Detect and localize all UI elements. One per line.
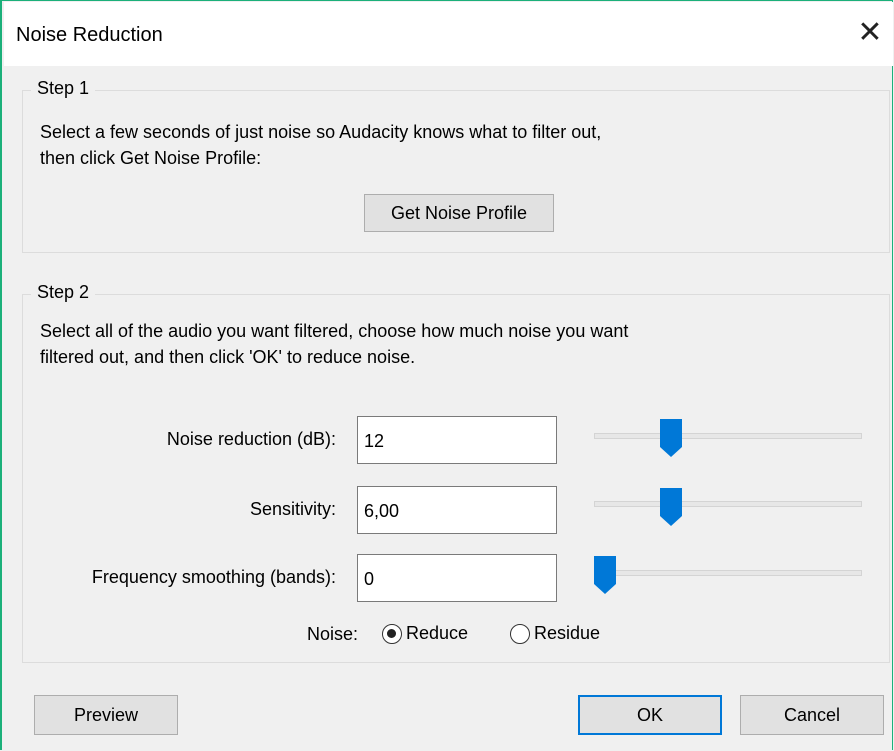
residue-radio[interactable] bbox=[510, 623, 530, 644]
step1-description-line2: then click Get Noise Profile: bbox=[40, 148, 262, 168]
frequency-smoothing-label: Frequency smoothing (bands): bbox=[91, 567, 336, 587]
sensitivity-slider-thumb[interactable] bbox=[660, 488, 683, 526]
step1-description-line1: Select a few seconds of just noise so Au… bbox=[40, 122, 602, 142]
step2-description-line2: filtered out, and then click 'OK' to red… bbox=[40, 347, 416, 367]
frequency-smoothing-input[interactable] bbox=[357, 554, 557, 602]
cancel-button[interactable]: Cancel bbox=[740, 695, 884, 735]
noise-reduction-input[interactable] bbox=[357, 416, 557, 464]
noise-reduce-option[interactable]: Reduce bbox=[382, 623, 468, 644]
noise-reduction-label: Noise reduction (dB): bbox=[166, 429, 336, 449]
reduce-radio[interactable] bbox=[382, 623, 402, 644]
noise-reduction-slider-track[interactable] bbox=[594, 433, 862, 439]
residue-radio-label: Residue bbox=[534, 623, 601, 643]
sensitivity-label: Sensitivity: bbox=[249, 499, 336, 519]
reduce-radio-label: Reduce bbox=[406, 623, 469, 643]
preview-button[interactable]: Preview bbox=[34, 695, 178, 735]
step2-legend: Step 2 bbox=[31, 282, 96, 303]
noise-reduction-slider-thumb[interactable] bbox=[660, 419, 683, 457]
close-icon[interactable]: ✕ bbox=[855, 18, 885, 48]
frequency-smoothing-slider-thumb[interactable] bbox=[594, 556, 616, 594]
sensitivity-slider-track[interactable] bbox=[594, 501, 862, 507]
noise-reduction-dialog: Noise Reduction ✕ Step 1 Select a few se… bbox=[0, 0, 893, 750]
noise-mode-label: Noise: bbox=[306, 624, 358, 644]
ok-button[interactable]: OK bbox=[578, 695, 722, 735]
window-title: Noise Reduction bbox=[16, 24, 163, 46]
sensitivity-input[interactable] bbox=[357, 486, 557, 534]
noise-residue-option[interactable]: Residue bbox=[510, 623, 600, 644]
step1-legend: Step 1 bbox=[31, 78, 96, 99]
get-noise-profile-button[interactable]: Get Noise Profile bbox=[364, 194, 554, 232]
title-bar: Noise Reduction ✕ bbox=[4, 2, 893, 66]
step2-description-line1: Select all of the audio you want filtere… bbox=[40, 321, 629, 341]
frequency-smoothing-slider-track[interactable] bbox=[594, 570, 862, 576]
